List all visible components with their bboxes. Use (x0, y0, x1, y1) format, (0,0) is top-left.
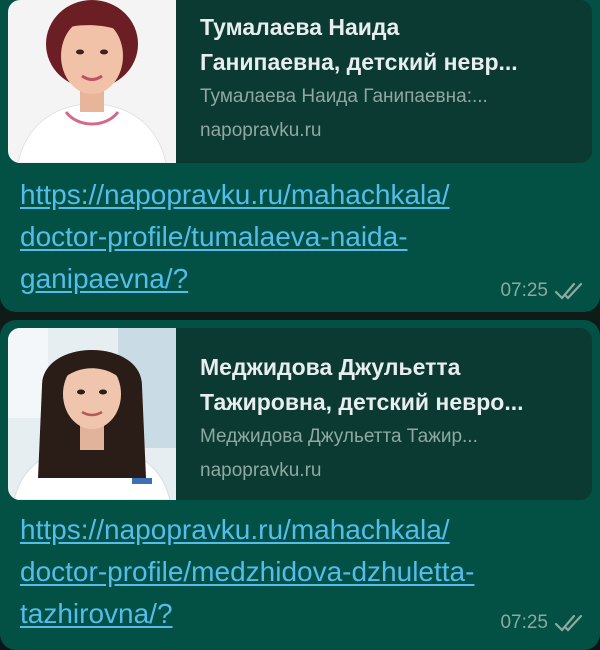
doctor-portrait-photo-icon (8, 0, 176, 163)
preview-title-line: Тумалаева Наида (200, 14, 400, 40)
message-bubble[interactable]: Меджидова Джульетта Тажировна, детский н… (0, 320, 600, 650)
message-time: 07:25 (500, 280, 548, 301)
link-preview-card[interactable]: Меджидова Джульетта Тажировна, детский н… (8, 328, 592, 500)
preview-title-line: Ганипаевна, детский невр... (200, 49, 518, 75)
preview-text-block: Меджидова Джульетта Тажировна, детский н… (200, 350, 578, 484)
preview-thumbnail (8, 328, 176, 500)
link-line[interactable]: https://napopravku.ru/mahachkala/ (20, 174, 590, 216)
preview-domain: napopravku.ru (200, 460, 322, 481)
message-bubble[interactable]: Тумалаева Наида Ганипаевна, детский невр… (0, 0, 600, 312)
preview-description: Меджидова Джульетта Тажир... (200, 426, 478, 447)
preview-title-line: Тажировна, детский невро... (200, 389, 524, 415)
message-time: 07:25 (500, 612, 548, 633)
preview-domain: napopravku.ru (200, 120, 322, 141)
preview-title-line: Меджидова Джульетта (200, 354, 461, 380)
link-line[interactable]: doctor-profile/tumalaeva-naida- (20, 216, 590, 258)
preview-title: Меджидова Джульетта Тажировна, детский н… (200, 350, 578, 420)
double-check-icon (554, 614, 583, 632)
link-line[interactable]: https://napopravku.ru/mahachkala/ (20, 509, 590, 551)
link-line[interactable]: doctor-profile/medzhidova-dzhuletta- (20, 551, 590, 593)
preview-title: Тумалаева Наида Ганипаевна, детский невр… (200, 10, 578, 80)
message-meta: 07:25 (500, 612, 584, 634)
preview-thumbnail (8, 0, 176, 163)
message-meta: 07:25 (500, 280, 584, 302)
preview-description: Тумалаева Наида Ганипаевна:... (200, 86, 488, 107)
preview-text-block: Тумалаева Наида Ганипаевна, детский невр… (200, 10, 578, 144)
doctor-portrait-photo-icon (8, 328, 176, 500)
double-check-icon (554, 282, 583, 300)
link-preview-card[interactable]: Тумалаева Наида Ганипаевна, детский невр… (8, 0, 592, 163)
